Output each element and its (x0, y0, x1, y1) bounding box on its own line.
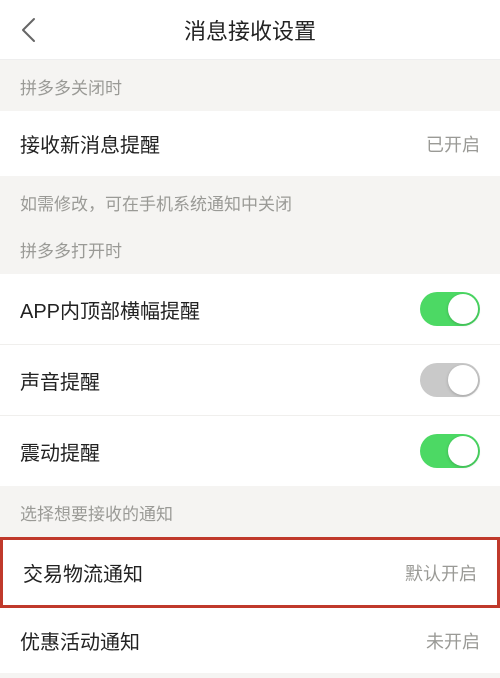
section-label-closed: 拼多多关闭时 (0, 60, 500, 111)
row-label: 震动提醒 (20, 437, 100, 466)
row-trade-logistics[interactable]: 交易物流通知 默认开启 (3, 540, 497, 605)
section-label-choose: 选择想要接收的通知 (0, 486, 500, 537)
page-title: 消息接收设置 (0, 14, 500, 46)
row-new-message-alert[interactable]: 接收新消息提醒 已开启 (0, 111, 500, 176)
back-button[interactable] (12, 14, 44, 46)
row-status: 未开启 (426, 628, 480, 654)
row-vibrate-alert: 震动提醒 (0, 416, 500, 486)
section-label-open: 拼多多打开时 (0, 227, 500, 274)
row-label: 优惠活动通知 (20, 626, 140, 655)
toggle-sound[interactable] (420, 363, 480, 397)
chevron-left-icon (19, 16, 37, 44)
header: 消息接收设置 (0, 0, 500, 60)
row-sound-alert: 声音提醒 (0, 345, 500, 416)
row-label: 声音提醒 (20, 366, 100, 395)
section-hint: 如需修改，可在手机系统通知中关闭 (0, 176, 500, 227)
toggle-vibrate[interactable] (420, 434, 480, 468)
row-label: 交易物流通知 (23, 558, 143, 587)
row-status: 默认开启 (405, 560, 477, 586)
row-banner-alert: APP内顶部横幅提醒 (0, 274, 500, 345)
row-label: 接收新消息提醒 (20, 129, 160, 158)
highlight-box: 交易物流通知 默认开启 (0, 537, 500, 608)
toggle-banner[interactable] (420, 292, 480, 326)
row-status: 已开启 (426, 131, 480, 157)
row-promo-activity[interactable]: 优惠活动通知 未开启 (0, 608, 500, 673)
row-label: APP内顶部横幅提醒 (20, 295, 200, 324)
